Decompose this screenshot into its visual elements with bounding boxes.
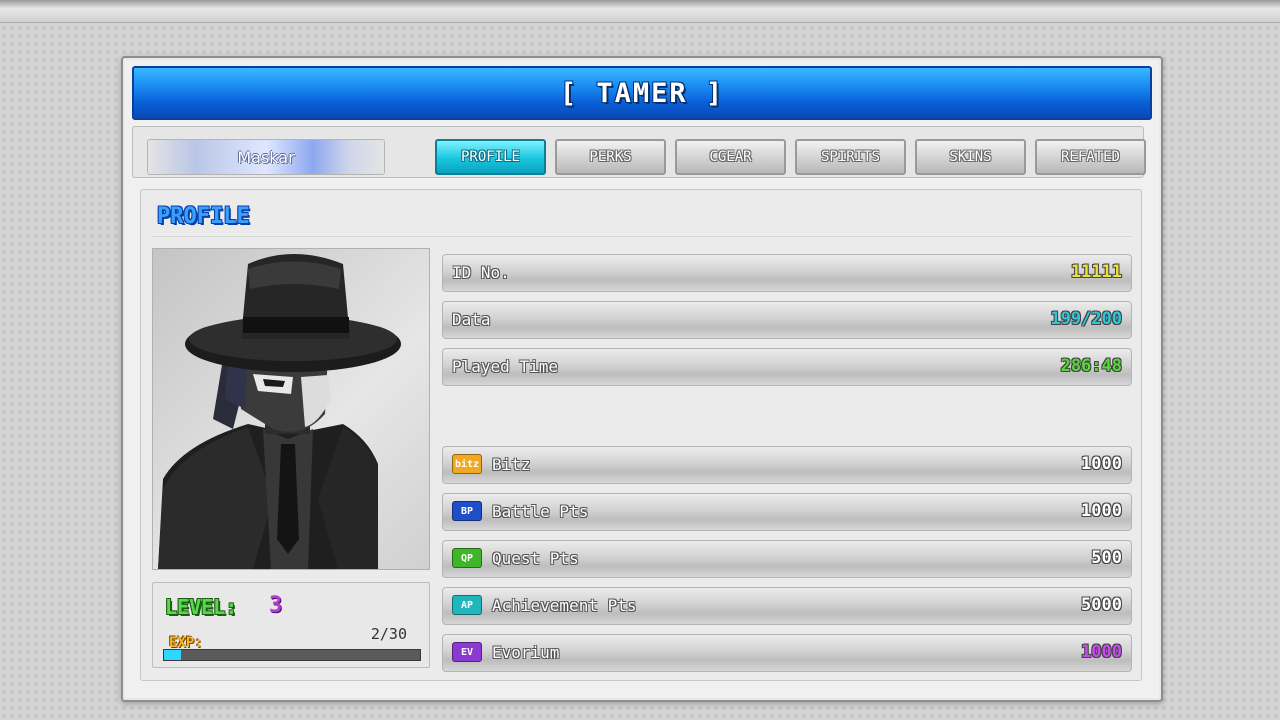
- tamer-portrait: [152, 248, 430, 570]
- exp-count: 2/30: [370, 625, 407, 643]
- level-label: LEVEL:: [165, 595, 238, 619]
- stat-row-data: Data 199/200: [442, 301, 1132, 339]
- tab-skins[interactable]: SKINS: [915, 139, 1026, 175]
- exp-progress-fill: [164, 650, 182, 660]
- window-titlebar: [ TAMER ]: [132, 66, 1152, 120]
- profile-panel: PROFILE LEVEL: 3 2/30 EXP: ID No. 11111 …: [140, 189, 1142, 681]
- exp-label: EXP:: [169, 635, 203, 651]
- currency-row-evorium: EV Evorium 1000: [442, 634, 1132, 672]
- tamer-portrait-image: [158, 254, 401, 569]
- top-bar: [0, 0, 1280, 23]
- window-title: [ TAMER ]: [559, 77, 725, 109]
- ap-badge-icon: AP: [452, 595, 482, 615]
- tamer-window: [ TAMER ] Maskar PROFILE PERKS CGEAR SPI…: [121, 56, 1163, 702]
- currency-label: Achievement Pts: [492, 596, 637, 615]
- currency-label: Evorium: [492, 643, 560, 662]
- stat-label: Data: [452, 310, 491, 329]
- divider: [151, 236, 1131, 237]
- currency-row-battle-pts: BP Battle Pts 1000: [442, 493, 1132, 531]
- level-value: 3: [269, 593, 283, 618]
- bitz-badge-icon: bitz: [452, 454, 482, 474]
- player-name-plate: Maskar: [147, 139, 385, 175]
- tab-profile[interactable]: PROFILE: [435, 139, 546, 175]
- tab-perks[interactable]: PERKS: [555, 139, 666, 175]
- stat-row-id: ID No. 11111: [442, 254, 1132, 292]
- ev-badge-icon: EV: [452, 642, 482, 662]
- currency-label: Quest Pts: [492, 549, 579, 568]
- currency-value: 1000: [1081, 454, 1122, 474]
- stat-value: 11111: [1070, 262, 1122, 282]
- section-title: PROFILE: [157, 204, 250, 229]
- currency-label: Battle Pts: [492, 502, 589, 521]
- bp-badge-icon: BP: [452, 501, 482, 521]
- stat-value: 286:48: [1060, 356, 1122, 376]
- tab-bar: PROFILE PERKS CGEAR SPIRITS SKINS REFATE…: [435, 139, 1146, 175]
- level-box: LEVEL: 3 2/30 EXP:: [152, 582, 430, 668]
- stat-row-played-time: Played Time 286:48: [442, 348, 1132, 386]
- stat-label: ID No.: [452, 263, 510, 282]
- player-name: Maskar: [237, 147, 295, 167]
- stat-value: 199/200: [1050, 309, 1122, 329]
- currency-value: 5000: [1081, 595, 1122, 615]
- currency-row-achievement-pts: AP Achievement Pts 5000: [442, 587, 1132, 625]
- currency-value: 500: [1091, 548, 1122, 568]
- tab-spirits[interactable]: SPIRITS: [795, 139, 906, 175]
- currency-label: Bitz: [492, 455, 531, 474]
- tab-cgear[interactable]: CGEAR: [675, 139, 786, 175]
- tab-row: Maskar PROFILE PERKS CGEAR SPIRITS SKINS…: [132, 126, 1146, 178]
- tab-refated[interactable]: REFATED: [1035, 139, 1146, 175]
- qp-badge-icon: QP: [452, 548, 482, 568]
- currency-row-bitz: bitz Bitz 1000: [442, 446, 1132, 484]
- currency-row-quest-pts: QP Quest Pts 500: [442, 540, 1132, 578]
- stat-label: Played Time: [452, 357, 558, 376]
- currency-value: 1000: [1081, 501, 1122, 521]
- currency-value: 1000: [1081, 642, 1122, 662]
